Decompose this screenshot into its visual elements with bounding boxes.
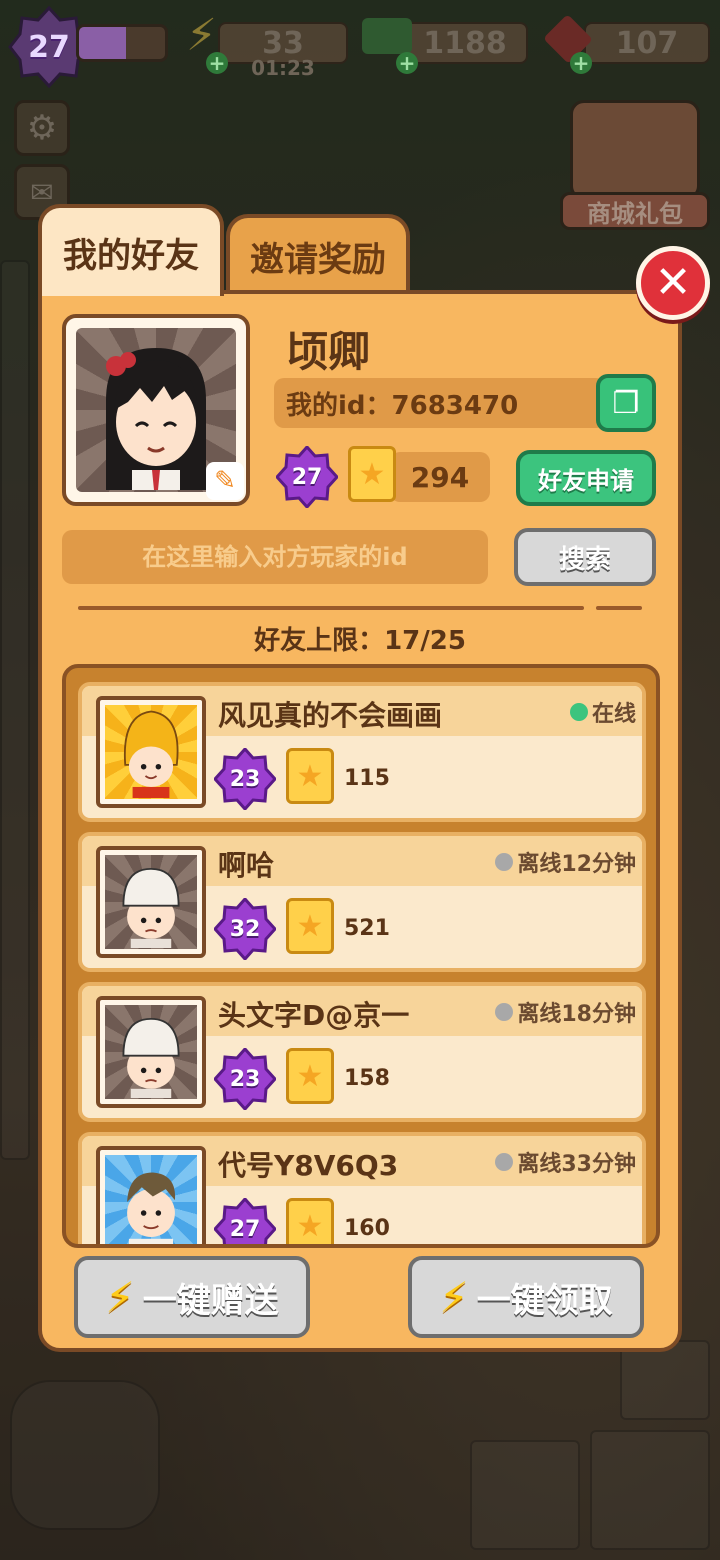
shop-gift-pack[interactable]: 商城礼包 [560, 100, 710, 230]
friend-avatar-portrait [105, 1005, 197, 1099]
profile-star-value: 294 [410, 460, 470, 494]
friend-level-badge: 23 [214, 1048, 276, 1110]
settings-gear-icon[interactable]: ⚙ [14, 100, 70, 156]
friend-avatar-portrait [105, 855, 197, 949]
friend-avatar[interactable] [96, 996, 206, 1108]
online-dot-icon [569, 703, 588, 721]
friends-list[interactable]: 风见真的不会画画 在线 23 ★ 115 啊哈 离线12分钟 32 ★ 521 … [62, 664, 660, 1248]
profile-level-badge: 27 [276, 446, 338, 508]
friend-card[interactable]: 风见真的不会画画 在线 23 ★ 115 [78, 682, 646, 822]
edit-pencil-icon[interactable]: ✎ [206, 462, 244, 500]
friend-name: 头文字D@京一 [218, 999, 410, 1032]
friend-request-button[interactable]: 好友申请 [516, 450, 656, 506]
lightning-icon: ⚡ [105, 1272, 135, 1322]
friend-status: 离线18分钟 [495, 996, 636, 1028]
player-id-field: 我的id：7683470 [274, 378, 606, 428]
divider-left [78, 606, 584, 610]
chef-avatar-icon [122, 867, 180, 948]
tab-invite-rewards[interactable]: 邀请奖励 [226, 214, 410, 294]
close-button[interactable]: ✕ [636, 246, 710, 320]
friend-request-label: 好友申请 [538, 466, 634, 495]
player-name: 顷卿 [286, 327, 371, 376]
profile-level-value: 27 [291, 464, 323, 490]
tab-my-friends[interactable]: 我的好友 [38, 204, 224, 296]
resource-bar: 27 33 ⚡ + 01:23 1188 + 107 + [0, 0, 720, 90]
star-card-icon: ★ [286, 1198, 334, 1244]
friend-level-badge: 32 [214, 898, 276, 960]
claim-all-label: 一键领取 [476, 1280, 613, 1321]
friend-card[interactable]: 啊哈 离线12分钟 32 ★ 521 [78, 832, 646, 972]
friend-star-count: 115 [344, 766, 390, 791]
copy-id-button[interactable]: ❐ [596, 374, 656, 432]
friend-avatar[interactable] [96, 846, 206, 958]
friend-status: 离线12分钟 [495, 846, 636, 878]
energy-timer: 01:23 [251, 56, 315, 80]
search-button[interactable]: 搜索 [514, 528, 656, 586]
star-card-icon: ★ [286, 898, 334, 954]
gem-value: 107 [615, 25, 679, 61]
friend-level-badge: 23 [214, 748, 276, 810]
friend-star-count: 521 [344, 916, 390, 941]
xp-progress-fill [79, 27, 127, 59]
friend-level-badge: 27 [214, 1198, 276, 1244]
friend-avatar-portrait [105, 1155, 197, 1244]
friend-status-text: 离线33分钟 [517, 1152, 636, 1177]
friend-limit-text: 好友上限：17/25 [254, 626, 466, 656]
friend-name: 风见真的不会画画 [218, 699, 443, 732]
close-icon: ✕ [654, 257, 692, 308]
search-button-label: 搜索 [558, 544, 611, 575]
boy-avatar-icon [123, 710, 179, 798]
friend-status: 在线 [569, 696, 636, 728]
star-card-icon: ★ [286, 748, 334, 804]
gift-box-icon [570, 100, 700, 200]
gem-counter[interactable]: 107 [584, 22, 710, 64]
offline-dot-icon [495, 1153, 514, 1171]
energy-plus-icon[interactable]: + [206, 51, 228, 75]
chef-avatar-icon [122, 1017, 180, 1098]
friend-star-count: 158 [344, 1066, 390, 1091]
friend-level-value: 23 [229, 766, 261, 792]
cash-plus-icon[interactable]: + [396, 51, 418, 75]
tab-friends-label: 我的好友 [63, 235, 199, 276]
friend-status-text: 离线18分钟 [517, 1002, 636, 1027]
friend-name: 啊哈 [218, 849, 275, 882]
claim-all-button[interactable]: ⚡ 一键领取 [408, 1256, 644, 1338]
star-card-icon: ★ [286, 1048, 334, 1104]
cash-counter[interactable]: 1188 [402, 22, 528, 64]
profile-star-count: 294 [390, 452, 490, 502]
tab-invite-label: 邀请奖励 [250, 239, 386, 280]
offline-dot-icon [495, 853, 514, 871]
lightning-icon: ⚡ [439, 1272, 469, 1322]
cash-icon [362, 18, 412, 54]
friend-status: 离线33分钟 [495, 1146, 636, 1178]
player-id-text: 我的id：7683470 [286, 390, 519, 421]
gem-plus-icon[interactable]: + [570, 51, 592, 75]
friend-level-value: 23 [229, 1066, 261, 1092]
friend-avatar[interactable] [96, 696, 206, 808]
friend-card[interactable]: 代号Y8V6Q3 离线33分钟 27 ★ 160 [78, 1132, 646, 1244]
player-avatar[interactable]: ✎ [62, 314, 250, 506]
friend-avatar-portrait [105, 705, 197, 799]
player-id-search-input[interactable] [62, 530, 488, 584]
friend-avatar[interactable] [96, 1146, 206, 1244]
shop-gift-label: 商城礼包 [560, 192, 710, 230]
copy-icon: ❐ [612, 385, 640, 421]
friend-level-value: 27 [229, 1216, 261, 1242]
divider-right [596, 606, 642, 610]
friend-status-text: 离线12分钟 [517, 852, 636, 877]
star-card-icon: ★ [348, 446, 396, 502]
friend-star-count: 160 [344, 1216, 390, 1241]
friend-card[interactable]: 头文字D@京一 离线18分钟 23 ★ 158 [78, 982, 646, 1122]
offline-dot-icon [495, 1003, 514, 1021]
send-all-label: 一键赠送 [142, 1280, 279, 1321]
cash-value: 1188 [423, 25, 507, 61]
xp-progress-bar [76, 24, 168, 62]
send-all-button[interactable]: ⚡ 一键赠送 [74, 1256, 310, 1338]
friend-level-value: 32 [229, 916, 261, 942]
friend-status-text: 在线 [591, 702, 636, 727]
man-avatar-icon [127, 1172, 176, 1244]
friend-name: 代号Y8V6Q3 [218, 1149, 399, 1182]
